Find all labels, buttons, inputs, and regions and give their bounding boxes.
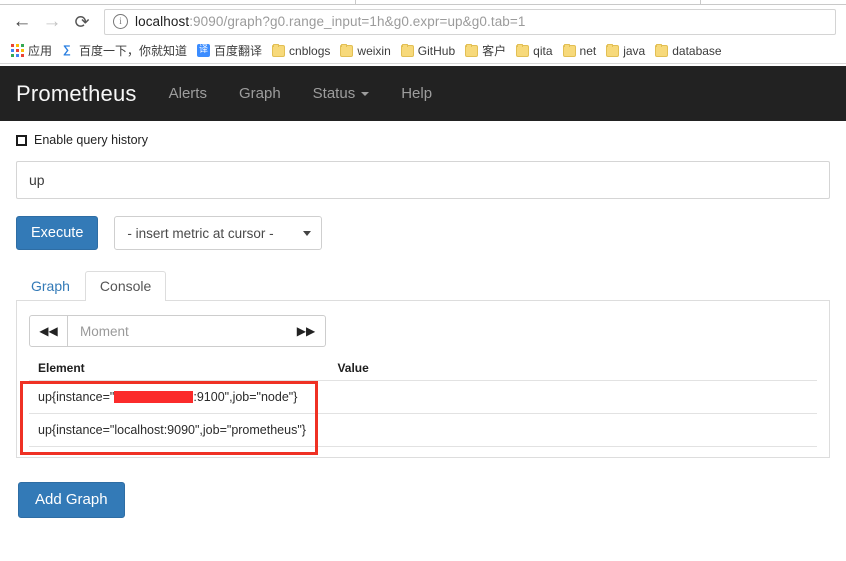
table-row[interactable]: up{instance="localhost:9090",job="promet… bbox=[29, 413, 817, 447]
insert-metric-select[interactable]: - insert metric at cursor - bbox=[114, 216, 323, 250]
result-value-cell bbox=[328, 413, 817, 447]
result-value-cell bbox=[328, 380, 817, 414]
expression-field-wrap bbox=[16, 161, 830, 199]
page-content: Enable query history Execute - insert me… bbox=[0, 121, 846, 518]
execute-button[interactable]: Execute bbox=[16, 216, 99, 250]
chevron-down-icon bbox=[303, 230, 312, 236]
folder-icon bbox=[516, 43, 530, 57]
folder-icon bbox=[655, 43, 669, 57]
nav-link-help[interactable]: Help bbox=[401, 85, 432, 102]
bookmark-label: 百度翻译 bbox=[214, 44, 263, 58]
nav-link-graph[interactable]: Graph bbox=[239, 85, 281, 102]
folder-icon bbox=[562, 43, 576, 57]
baidu-icon: ∑ bbox=[62, 44, 76, 57]
bookmark-label: qita bbox=[533, 43, 553, 58]
browser-chrome: ← → ⟳ i localhost:9090/graph?g0.range_in… bbox=[0, 0, 846, 65]
query-history-label: Enable query history bbox=[34, 133, 148, 147]
nav-link-label: Alerts bbox=[168, 85, 207, 102]
insert-metric-select-value: - insert metric at cursor - bbox=[127, 225, 274, 241]
chevron-down-icon bbox=[361, 91, 370, 96]
tab-seam bbox=[700, 0, 701, 4]
bookmark-label: java bbox=[623, 43, 646, 58]
result-element-cell: up{instance=" :9100",job="node"} bbox=[29, 380, 329, 414]
nav-link-alerts[interactable]: Alerts bbox=[169, 85, 207, 102]
url-host: localhost bbox=[135, 14, 190, 29]
expression-input[interactable] bbox=[16, 161, 830, 199]
folder-icon bbox=[340, 43, 354, 57]
bookmark-label: 百度一下，你就知道 bbox=[79, 44, 188, 58]
moment-input[interactable] bbox=[68, 315, 287, 347]
bookmarks-bar: 应用 ∑ 百度一下，你就知道 译 百度翻译 cnblogs weixin Git… bbox=[0, 38, 846, 64]
column-header-value: Value bbox=[337, 361, 369, 375]
bookmark-label: net bbox=[579, 43, 597, 58]
element-text-suffix: :9100",job="node"} bbox=[193, 390, 298, 404]
bookmark-github[interactable]: GitHub bbox=[396, 40, 460, 62]
browser-nav-row: ← → ⟳ i localhost:9090/graph?g0.range_in… bbox=[0, 5, 846, 38]
folder-icon bbox=[272, 43, 286, 57]
double-chevron-left-icon[interactable]: ◀◀ bbox=[29, 315, 68, 347]
moment-input-group: ◀◀ ▶▶ bbox=[29, 315, 326, 347]
fanyi-icon: 译 bbox=[197, 44, 211, 57]
bookmark-cnblogs[interactable]: cnblogs bbox=[267, 40, 335, 62]
url-path: :9090/graph?g0.range_input=1h&g0.expr=up… bbox=[189, 14, 526, 29]
bookmark-baidu[interactable]: ∑ 百度一下，你就知道 bbox=[57, 40, 192, 62]
query-history-checkbox[interactable] bbox=[16, 134, 27, 146]
bookmark-label: GitHub bbox=[417, 43, 456, 58]
redaction-block bbox=[114, 391, 194, 403]
bookmark-database[interactable]: database bbox=[650, 40, 726, 62]
tab-console[interactable]: Console bbox=[84, 271, 167, 301]
folder-icon bbox=[606, 43, 620, 57]
nav-link-status[interactable]: Status bbox=[313, 85, 370, 102]
bookmark-label: database bbox=[672, 43, 722, 58]
bookmark-label: 客户 bbox=[482, 44, 507, 58]
bookmark-kehu[interactable]: 客户 bbox=[460, 40, 511, 62]
nav-link-label: Help bbox=[401, 85, 433, 102]
double-chevron-right-icon[interactable]: ▶▶ bbox=[287, 315, 326, 347]
column-header-element: Element bbox=[38, 361, 85, 375]
forward-icon[interactable]: → bbox=[38, 8, 66, 36]
add-graph-wrap: Add Graph bbox=[18, 482, 846, 518]
nav-link-label: Graph bbox=[238, 85, 281, 102]
results-table: Element Value up{instance=" :9100",job="n… bbox=[29, 361, 817, 447]
folder-icon bbox=[400, 43, 414, 57]
bookmark-fanyi[interactable]: 译 百度翻译 bbox=[192, 40, 267, 62]
site-info-icon[interactable]: i bbox=[113, 14, 128, 29]
result-tabs: Graph Console bbox=[16, 270, 830, 301]
address-bar-url: localhost:9090/graph?g0.range_input=1h&g… bbox=[135, 14, 526, 29]
result-element-cell: up{instance="localhost:9090",job="promet… bbox=[29, 413, 329, 447]
bookmark-label: weixin bbox=[357, 43, 391, 58]
brand-logo[interactable]: Prometheus bbox=[16, 81, 137, 107]
bookmark-net[interactable]: net bbox=[558, 40, 602, 62]
add-graph-button[interactable]: Add Graph bbox=[18, 482, 125, 518]
nav-link-label: Status bbox=[312, 85, 356, 102]
address-bar[interactable]: i localhost:9090/graph?g0.range_input=1h… bbox=[104, 8, 836, 35]
folder-icon bbox=[465, 43, 479, 57]
query-history-toggle[interactable]: Enable query history bbox=[16, 133, 846, 147]
table-header-row: Element Value bbox=[29, 361, 817, 381]
element-text-prefix: up{instance=" bbox=[38, 390, 115, 404]
bookmark-label: 应用 bbox=[28, 44, 53, 58]
bookmark-qita[interactable]: qita bbox=[511, 40, 557, 62]
bookmark-java[interactable]: java bbox=[601, 40, 650, 62]
bookmark-weixin[interactable]: weixin bbox=[335, 40, 395, 62]
bookmark-label: cnblogs bbox=[289, 43, 331, 58]
query-controls: Execute - insert metric at cursor - bbox=[16, 216, 846, 250]
tab-seam bbox=[355, 0, 356, 4]
apps-grid-icon bbox=[11, 44, 24, 57]
table-row[interactable]: up{instance=" :9100",job="node"} bbox=[29, 380, 817, 414]
reload-icon[interactable]: ⟳ bbox=[68, 8, 96, 36]
console-panel: ◀◀ ▶▶ Element Value up{instance=" :9100",… bbox=[16, 301, 830, 458]
prometheus-navbar: Prometheus Alerts Graph Status Help bbox=[0, 66, 846, 121]
bookmark-apps[interactable]: 应用 bbox=[0, 40, 57, 62]
back-icon[interactable]: ← bbox=[8, 8, 36, 36]
tab-graph[interactable]: Graph bbox=[16, 271, 85, 301]
